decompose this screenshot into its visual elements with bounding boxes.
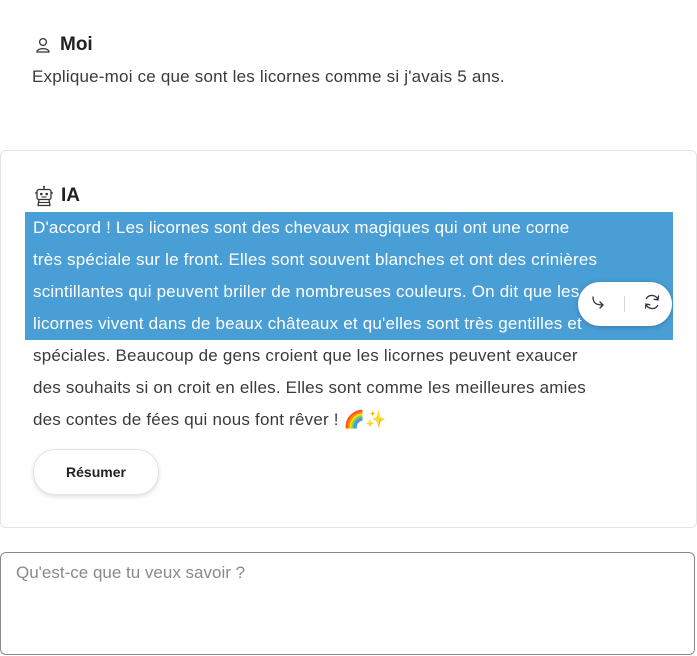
- ai-line: des souhaits si on croit en elles. Elles…: [33, 378, 586, 397]
- user-name: Moi: [60, 34, 93, 55]
- user-message-text: Explique-moi ce que sont les licornes co…: [32, 67, 505, 86]
- ai-line: licornes vivent dans de beaux châteaux e…: [33, 314, 582, 333]
- robot-icon: [33, 185, 55, 207]
- ai-line: des contes de fées qui nous font rêver !…: [33, 410, 387, 429]
- ai-line: très spéciale sur le front. Elles sont s…: [33, 250, 598, 269]
- user-icon: [32, 34, 54, 56]
- user-header: Moi: [32, 30, 672, 60]
- ai-line: scintillantes qui peuvent briller de nom…: [33, 282, 580, 301]
- chat-page: Moi Explique-moi ce que sont les licorne…: [0, 0, 697, 656]
- refresh-icon: [642, 292, 662, 317]
- reply-arrow-icon: [589, 293, 607, 316]
- selection-toolbar: [578, 282, 672, 326]
- ai-header: IA: [33, 181, 80, 211]
- ai-message-card: IA D'accord ! Les licornes sont des chev…: [0, 150, 697, 528]
- ai-line: spéciales. Beaucoup de gens croient que …: [33, 346, 578, 365]
- ai-line: D'accord ! Les licornes sont des chevaux…: [33, 218, 570, 237]
- reply-selection-button[interactable]: [584, 290, 612, 318]
- summarize-button[interactable]: Résumer: [33, 449, 159, 495]
- ai-message-text[interactable]: D'accord ! Les licornes sont des chevaux…: [33, 212, 673, 436]
- toolbar-divider: [624, 296, 626, 312]
- ai-name: IA: [61, 185, 80, 206]
- regenerate-selection-button[interactable]: [638, 290, 666, 318]
- question-input[interactable]: [0, 552, 695, 655]
- user-message: Moi Explique-moi ce que sont les licorne…: [32, 30, 672, 93]
